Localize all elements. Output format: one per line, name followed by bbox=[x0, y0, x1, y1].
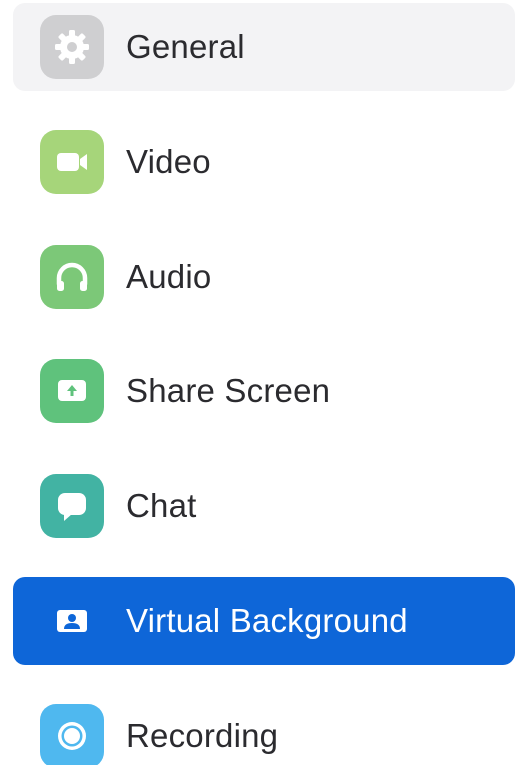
gear-icon bbox=[40, 15, 104, 79]
sidebar-item-label: Chat bbox=[126, 487, 197, 524]
sidebar-item-label: General bbox=[126, 28, 245, 65]
sidebar-item-share-screen[interactable]: Share Screen bbox=[13, 347, 515, 435]
sidebar-item-label: Recording bbox=[126, 717, 279, 754]
share-screen-icon bbox=[40, 359, 104, 423]
sidebar-item-label: Audio bbox=[126, 258, 212, 295]
sidebar-item-label: Share Screen bbox=[126, 372, 331, 409]
virtual-background-icon bbox=[40, 589, 104, 653]
record-icon bbox=[40, 704, 104, 765]
sidebar-item-recording[interactable]: Recording bbox=[13, 692, 515, 765]
video-camera-icon bbox=[40, 130, 104, 194]
chat-bubble-icon bbox=[40, 474, 104, 538]
sidebar-item-general[interactable]: General bbox=[13, 3, 515, 91]
sidebar-item-virtual-background[interactable]: Virtual Background bbox=[13, 577, 515, 665]
settings-sidebar: General Video Audio Share Screen Chat Vi… bbox=[0, 0, 516, 765]
sidebar-item-chat[interactable]: Chat bbox=[13, 462, 515, 550]
sidebar-item-label: Video bbox=[126, 143, 211, 180]
sidebar-item-label: Virtual Background bbox=[126, 602, 408, 639]
headphones-icon bbox=[40, 245, 104, 309]
sidebar-item-audio[interactable]: Audio bbox=[13, 233, 515, 321]
sidebar-item-video[interactable]: Video bbox=[13, 118, 515, 206]
